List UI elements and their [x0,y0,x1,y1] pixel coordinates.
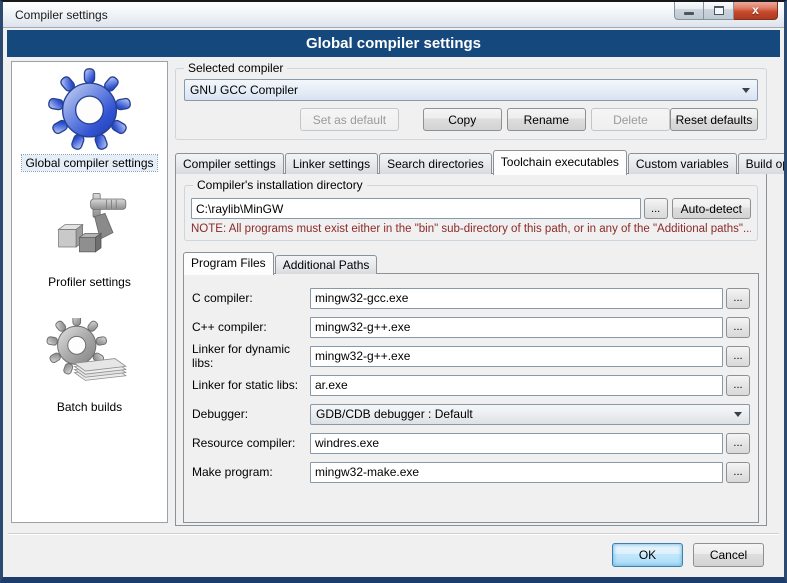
settings-main-area: Selected compiler GNU GCC Compiler Set a… [175,61,767,526]
static-linker-browse-button[interactable]: ... [726,375,750,396]
set-as-default-button[interactable]: Set as default [300,108,398,131]
field-row-dynamic-linker: Linker for dynamic libs: ... [192,345,750,367]
blue-gear-icon [42,68,137,152]
delete-button[interactable]: Delete [591,108,670,131]
dynamic-linker-input[interactable] [310,346,723,367]
installation-directory-group-label: Compiler's installation directory [193,178,367,192]
selected-compiler-group-label: Selected compiler [184,61,287,75]
selected-compiler-group: Selected compiler GNU GCC Compiler Set a… [175,68,767,140]
resource-compiler-browse-button[interactable]: ... [726,433,750,454]
program-files-panel: C compiler: ... C++ compiler: ... [183,273,759,523]
window-title: Compiler settings [15,8,108,22]
tab-compiler-settings[interactable]: Compiler settings [175,153,284,174]
field-label: C++ compiler: [192,320,310,334]
c-compiler-browse-button[interactable]: ... [726,288,750,309]
sidebar-item-global-compiler-settings[interactable]: Global compiler settings [22,68,156,171]
settings-category-sidebar: Global compiler settings [11,61,168,523]
installation-directory-group: Compiler's installation directory ... Au… [184,185,758,241]
sidebar-item-label: Global compiler settings [22,155,156,171]
installation-directory-browse-button[interactable]: ... [644,198,668,219]
compiler-actions-row: Set as default Copy Rename Delete Reset … [184,108,758,131]
tab-search-directories[interactable]: Search directories [379,153,492,174]
field-label: Linker for dynamic libs: [192,342,310,370]
profiler-caliper-icon [46,191,132,271]
field-row-cpp-compiler: C++ compiler: ... [192,316,750,338]
auto-detect-button[interactable]: Auto-detect [672,198,751,219]
window-controls: x [674,1,778,20]
program-files-tabs: Program Files Additional Paths [183,251,759,274]
sidebar-item-batch-builds[interactable]: Batch builds [45,318,135,415]
batch-builds-gear-stack-icon [45,318,135,396]
maximize-icon [714,6,724,15]
page-title: Global compiler settings [306,35,481,52]
close-icon: x [752,3,759,17]
make-program-browse-button[interactable]: ... [726,462,750,483]
field-label: Linker for static libs: [192,378,310,392]
installation-directory-input[interactable] [191,198,641,219]
copy-button[interactable]: Copy [423,108,502,131]
compiler-tabs: Compiler settings Linker settings Search… [175,149,767,174]
field-row-debugger: Debugger: GDB/CDB debugger : Default [192,403,750,425]
debugger-select-value: GDB/CDB debugger : Default [316,407,473,421]
field-row-static-linker: Linker for static libs: ... [192,374,750,396]
subtab-additional-paths[interactable]: Additional Paths [275,255,378,274]
tab-build-options[interactable]: Build options [738,153,787,174]
field-label: Resource compiler: [192,436,310,450]
cancel-button[interactable]: Cancel [693,543,764,567]
compiler-select[interactable]: GNU GCC Compiler [184,79,758,101]
field-label: Debugger: [192,407,310,421]
cpp-compiler-browse-button[interactable]: ... [726,317,750,338]
field-row-make-program: Make program: ... [192,461,750,483]
minimize-button[interactable] [674,1,704,20]
maximize-button[interactable] [704,1,734,20]
sidebar-item-profiler-settings[interactable]: Profiler settings [45,191,134,290]
title-bar[interactable]: Compiler settings x [3,2,784,28]
close-button[interactable]: x [734,1,778,20]
sidebar-item-label: Profiler settings [45,274,134,290]
debugger-select[interactable]: GDB/CDB debugger : Default [310,404,750,425]
toolchain-executables-panel: Compiler's installation directory ... Au… [175,173,767,526]
field-label: Make program: [192,465,310,479]
tab-linker-settings[interactable]: Linker settings [285,153,378,174]
sidebar-item-label: Batch builds [54,399,125,415]
field-label: C compiler: [192,291,310,305]
minimize-icon [684,12,694,15]
rename-button[interactable]: Rename [507,108,586,131]
static-linker-input[interactable] [310,375,723,396]
field-row-resource-compiler: Resource compiler: ... [192,432,750,454]
dialog-header: Global compiler settings [7,30,780,57]
footer-separator [8,533,779,535]
chevron-down-icon [734,412,742,417]
chevron-down-icon [742,88,750,93]
resource-compiler-input[interactable] [310,433,723,454]
tab-toolchain-executables[interactable]: Toolchain executables [493,150,627,175]
make-program-input[interactable] [310,462,723,483]
ok-button[interactable]: OK [612,543,683,567]
dynamic-linker-browse-button[interactable]: ... [726,346,750,367]
cpp-compiler-input[interactable] [310,317,723,338]
reset-defaults-button[interactable]: Reset defaults [670,108,758,131]
tab-custom-variables[interactable]: Custom variables [628,153,737,174]
subtab-program-files[interactable]: Program Files [183,252,274,275]
dialog-footer: OK Cancel [612,543,764,567]
installation-note-text: NOTE: All programs must exist either in … [191,223,751,235]
field-row-c-compiler: C compiler: ... [192,287,750,309]
compiler-settings-dialog: Compiler settings x Global compiler sett… [0,0,787,583]
c-compiler-input[interactable] [310,288,723,309]
button-row-spacer [184,108,300,131]
compiler-select-value: GNU GCC Compiler [190,83,298,97]
